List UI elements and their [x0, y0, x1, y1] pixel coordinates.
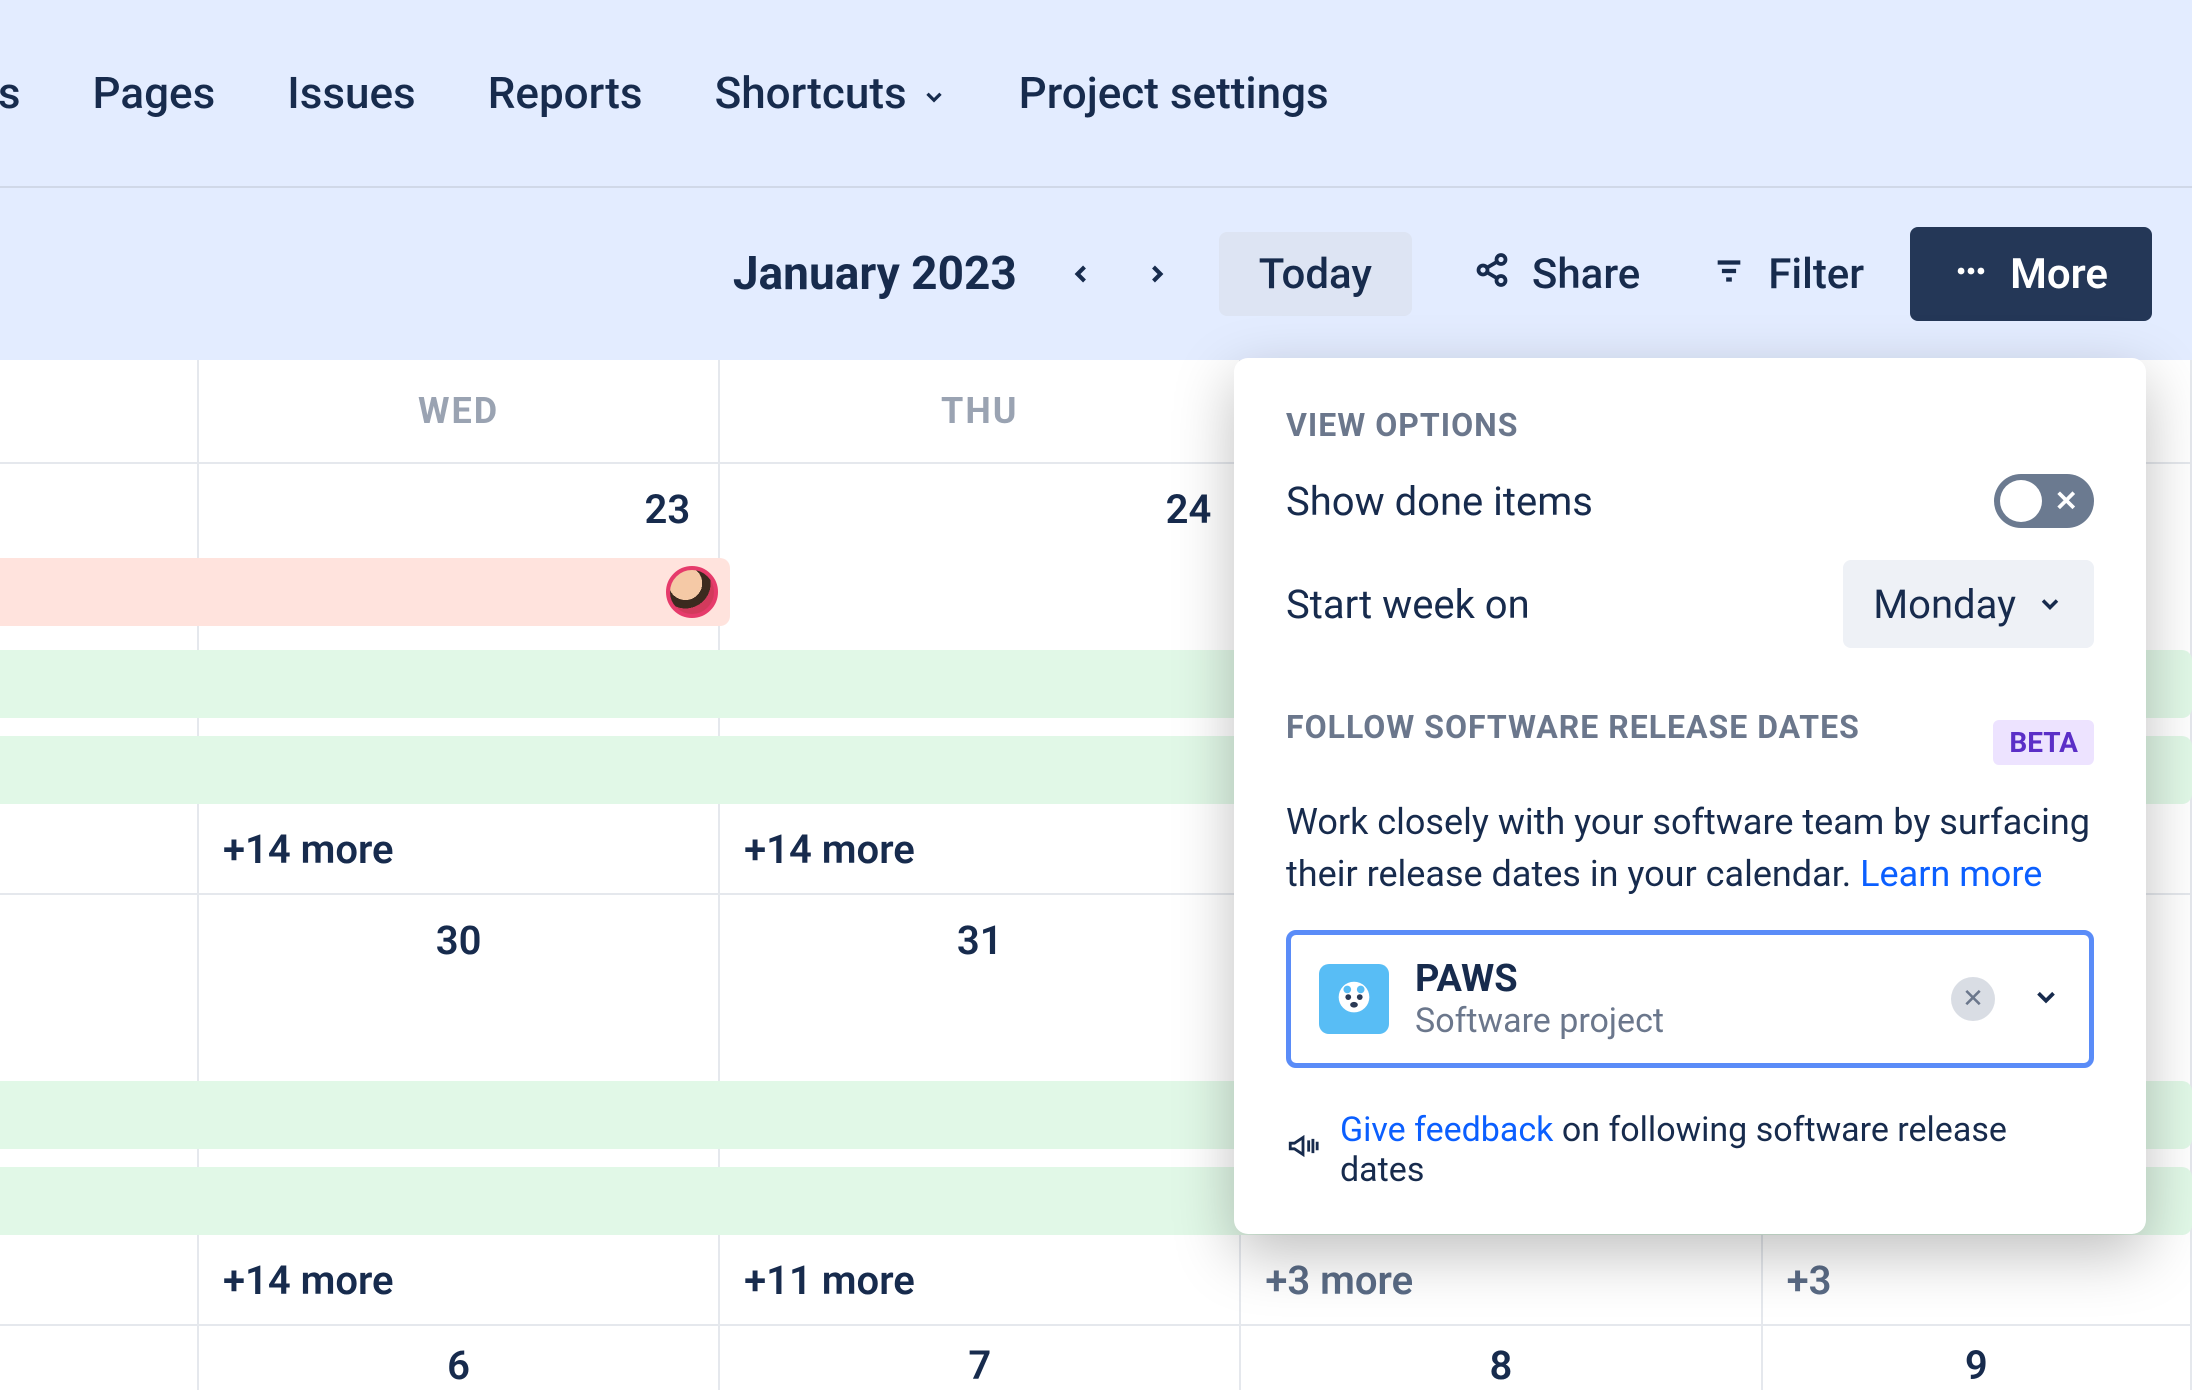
- project-type: Software project: [1415, 1001, 1925, 1041]
- toggle-knob: [2000, 480, 2042, 522]
- nav-item-issues[interactable]: Issues: [287, 67, 415, 119]
- follow-releases-section: FOLLOW SOFTWARE RELEASE DATES BETA Work …: [1286, 708, 2094, 1190]
- today-button[interactable]: Today: [1219, 232, 1412, 316]
- follow-releases-heading: FOLLOW SOFTWARE RELEASE DATES: [1286, 708, 1860, 746]
- share-icon: [1474, 250, 1510, 299]
- view-options-heading: VIEW OPTIONS: [1286, 406, 2094, 444]
- project-selector[interactable]: PAWS Software project ✕: [1286, 930, 2094, 1068]
- chevron-down-icon: [2031, 982, 2061, 1016]
- toggle-off-icon: ✕: [2055, 485, 2078, 518]
- share-label: Share: [1532, 250, 1640, 299]
- nav-item-shortcuts[interactable]: Shortcuts: [715, 67, 947, 119]
- filter-button[interactable]: Filter: [1686, 232, 1890, 316]
- nav-item-pages[interactable]: Pages: [93, 67, 216, 119]
- next-month-button[interactable]: [1119, 236, 1195, 312]
- start-week-select[interactable]: Monday: [1843, 560, 2094, 648]
- show-done-label: Show done items: [1286, 478, 1593, 525]
- day-number: 24: [1166, 486, 1212, 533]
- follow-releases-description: Work closely with your software team by …: [1286, 796, 2094, 900]
- project-icon: [1319, 964, 1389, 1034]
- more-items-link[interactable]: +3: [1787, 1257, 1832, 1304]
- feedback-text: Give feedback on following software rele…: [1340, 1110, 2094, 1190]
- avatar: [666, 566, 718, 618]
- chevron-down-icon: [2036, 581, 2064, 628]
- day-number: 9: [1965, 1342, 1988, 1389]
- filter-icon: [1712, 250, 1746, 299]
- month-label: January 2023: [733, 247, 1017, 301]
- share-button[interactable]: Share: [1448, 232, 1666, 316]
- more-items-link[interactable]: +14 more: [744, 826, 915, 873]
- more-items-link[interactable]: +14 more: [223, 826, 394, 873]
- project-text: PAWS Software project: [1415, 957, 1925, 1041]
- start-week-value: Monday: [1873, 581, 2016, 628]
- day-header-thu: THU: [720, 360, 1241, 462]
- clear-project-button[interactable]: ✕: [1951, 977, 1995, 1021]
- nav-item-reports[interactable]: Reports: [488, 67, 643, 119]
- calendar-cell[interactable]: 8: [1241, 1326, 1762, 1390]
- top-nav: rms Pages Issues Reports Shortcuts Proje…: [0, 0, 2192, 188]
- beta-badge: BETA: [1993, 720, 2094, 765]
- day-number: 23: [644, 486, 690, 533]
- nav-item-partial[interactable]: rms: [0, 67, 21, 119]
- calendar-cell[interactable]: [0, 1326, 199, 1390]
- prev-month-button[interactable]: [1043, 236, 1119, 312]
- filter-label: Filter: [1768, 250, 1864, 299]
- day-header-cell: [0, 360, 199, 462]
- day-number: 30: [436, 917, 482, 964]
- more-label: More: [2010, 250, 2108, 299]
- more-items-link[interactable]: +3 more: [1265, 1257, 1413, 1304]
- calendar-cell[interactable]: 7: [720, 1326, 1241, 1390]
- chevron-down-icon: [921, 69, 947, 121]
- feedback-row: Give feedback on following software rele…: [1286, 1110, 2094, 1190]
- give-feedback-link[interactable]: Give feedback: [1340, 1110, 1553, 1150]
- more-items-link[interactable]: +11 more: [744, 1257, 915, 1304]
- more-button[interactable]: More: [1910, 227, 2152, 321]
- start-week-label: Start week on: [1286, 581, 1530, 628]
- day-number: 8: [1490, 1342, 1513, 1389]
- show-done-toggle[interactable]: ✕: [1994, 474, 2094, 528]
- week-row: 6 7 8 9: [0, 1326, 2192, 1390]
- day-header-wed: WED: [199, 360, 720, 462]
- calendar-cell[interactable]: 9: [1763, 1326, 2192, 1390]
- event-bar[interactable]: [0, 558, 730, 626]
- nav-item-label: Shortcuts: [715, 67, 907, 119]
- today-label: Today: [1259, 250, 1372, 299]
- more-options-popover: VIEW OPTIONS Show done items ✕ Start wee…: [1234, 358, 2146, 1234]
- more-items-link[interactable]: +14 more: [223, 1257, 394, 1304]
- learn-more-link[interactable]: Learn more: [1860, 853, 2042, 895]
- day-number: 31: [957, 917, 1003, 964]
- project-name: PAWS: [1415, 957, 1925, 1001]
- show-done-row: Show done items ✕: [1286, 474, 2094, 528]
- ellipsis-icon: [1954, 250, 1988, 299]
- start-week-row: Start week on Monday: [1286, 560, 2094, 648]
- calendar-toolbar: January 2023 Today Share Filter More: [0, 188, 2192, 360]
- day-number: 7: [968, 1342, 991, 1389]
- megaphone-icon: [1286, 1129, 1320, 1172]
- calendar-cell[interactable]: 6: [199, 1326, 720, 1390]
- day-number: 6: [447, 1342, 470, 1389]
- nav-item-project-settings[interactable]: Project settings: [1019, 67, 1329, 119]
